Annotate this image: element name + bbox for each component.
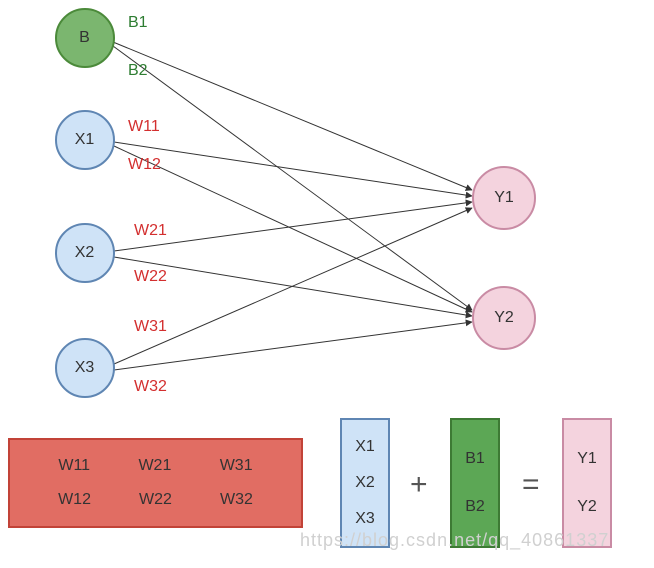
label-b1: B1: [128, 14, 148, 32]
label-b2: B2: [128, 62, 148, 80]
label-w22: W22: [134, 268, 167, 286]
watermark: https://blog.csdn.net/qq_40861337: [300, 530, 609, 551]
edge-x1-y1: [114, 142, 472, 196]
w-cell: W21: [138, 457, 171, 475]
label-w21: W21: [134, 222, 167, 240]
node-y2: Y2: [472, 286, 536, 350]
node-x3: X3: [55, 338, 115, 398]
y-cell: Y1: [577, 450, 597, 468]
label-w31: W31: [134, 318, 167, 336]
node-y2-label: Y2: [494, 309, 514, 327]
plus-operator: +: [410, 468, 428, 502]
b-cell: B2: [465, 498, 485, 516]
node-b-label: B: [79, 29, 90, 47]
edge-b-y1: [113, 42, 472, 190]
edge-x3-y1: [114, 208, 472, 364]
w-cell: W12: [58, 491, 91, 509]
x-cell: X2: [355, 474, 375, 492]
equals-operator: =: [522, 468, 540, 502]
w-cell: W32: [220, 491, 253, 509]
edge-x1-y2: [114, 146, 472, 312]
node-x1-label: X1: [75, 131, 95, 149]
node-y1-label: Y1: [494, 189, 514, 207]
node-x1: X1: [55, 110, 115, 170]
label-w32: W32: [134, 378, 167, 396]
vector-b: B1 B2: [450, 418, 500, 548]
w-cell: W11: [58, 457, 90, 475]
edge-x2-y1: [114, 202, 472, 251]
y-cell: Y2: [577, 498, 597, 516]
vector-x: X1 X2 X3: [340, 418, 390, 548]
node-x2: X2: [55, 223, 115, 283]
vector-y: Y1 Y2: [562, 418, 612, 548]
b-cell: B1: [465, 450, 485, 468]
x-cell: X3: [355, 510, 375, 528]
node-b: B: [55, 8, 115, 68]
x-cell: X1: [355, 438, 375, 456]
node-y1: Y1: [472, 166, 536, 230]
matrix-w: W11 W21 W31 W12 W22 W32: [8, 438, 303, 528]
label-w12: W12: [128, 156, 161, 174]
w-cell: W31: [220, 457, 253, 475]
node-x2-label: X2: [75, 244, 95, 262]
w-cell: W22: [139, 491, 172, 509]
label-w11: W11: [128, 118, 160, 136]
node-x3-label: X3: [75, 359, 95, 377]
edge-x3-y2: [114, 322, 472, 370]
